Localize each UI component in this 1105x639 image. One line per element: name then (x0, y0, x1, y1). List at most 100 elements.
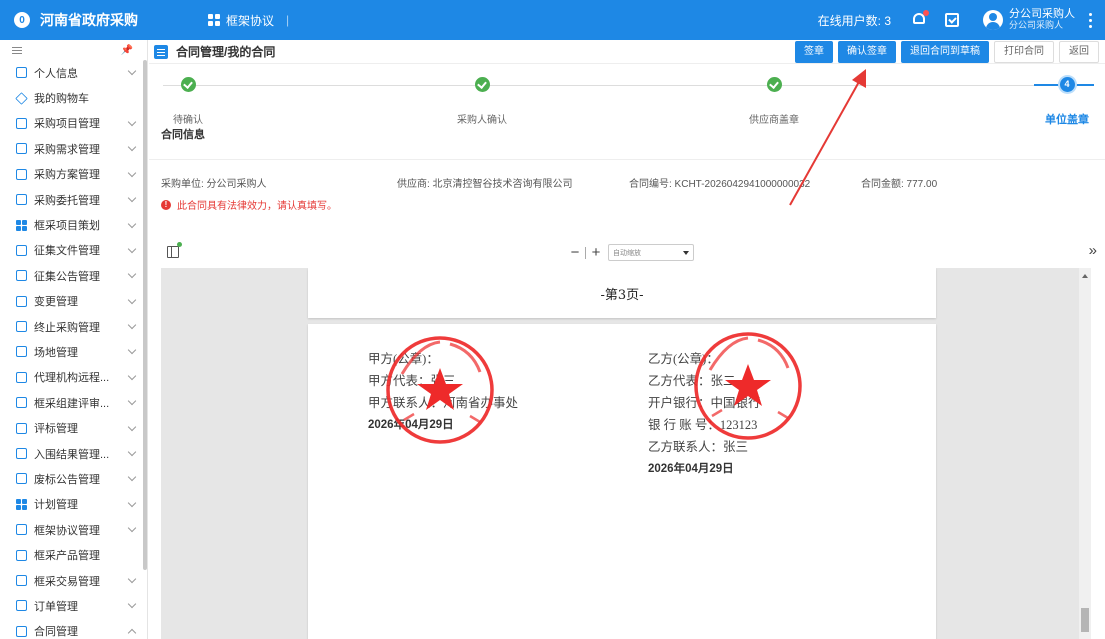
module-switcher[interactable]: 框架协议 | (208, 12, 289, 29)
chevron-down-icon (127, 219, 137, 228)
document-icon (16, 422, 27, 434)
step-label: 供应商盖章 (749, 115, 799, 126)
sidebar-item-label: 终止采购管理 (34, 321, 100, 334)
sidebar-item[interactable]: 征集公告管理 (0, 263, 147, 288)
sidebar-item[interactable]: 框采交易管理 (0, 568, 147, 593)
user-card-icon (16, 67, 27, 79)
step-unit-stamp: 4 单位盖章 (1017, 77, 1105, 127)
document-icon (154, 44, 168, 59)
sidebar-item-label: 计划管理 (34, 499, 78, 512)
sidebar-item-label: 订单管理 (34, 600, 78, 613)
sidebar-item-label: 场地管理 (34, 346, 78, 359)
party-a-date: 2026年04月29日 (368, 419, 454, 431)
check-icon (180, 77, 196, 92)
sidebar-toggle-icon[interactable] (167, 242, 182, 258)
main-content: 合同管理/我的合同 签章 确认签章 退回合同到草稿 打印合同 返回 待确认 采购… (149, 40, 1105, 639)
zoom-select[interactable]: 自动缩放 (608, 244, 694, 261)
sidebar-item[interactable]: 采购方案管理 (0, 162, 147, 187)
user-menu[interactable]: 分公司采购人 分公司采购人 (983, 9, 1075, 31)
document-icon (16, 625, 27, 637)
party-a-line: 甲方(公章)： (368, 352, 439, 366)
supplier-field: 供应商: 北京清控智谷技术咨询有限公司 (397, 179, 573, 190)
folder-icon (16, 117, 27, 129)
print-button[interactable]: 打印合同 (994, 40, 1054, 63)
sidebar-item[interactable]: 个人信息 (0, 60, 147, 85)
document-icon (16, 524, 27, 536)
contract-amount-field: 合同金额: 777.00 (861, 179, 938, 190)
sidebar-item[interactable]: 代理机构远程... (0, 365, 147, 390)
bell-icon[interactable] (911, 10, 929, 28)
step-supplier-stamp: 供应商盖章 (724, 77, 824, 126)
brand[interactable]: 0 河南省政府采购 (0, 10, 148, 30)
party-b-line: 开户银行：中国银行 (648, 396, 761, 410)
sidebar-item[interactable]: 我的购物车 (0, 85, 147, 110)
sidebar-item-label: 采购项目管理 (34, 118, 100, 131)
scroll-thumb[interactable] (1081, 608, 1089, 632)
user-name: 分公司采购人 (1009, 8, 1075, 20)
sidebar-item-label: 采购方案管理 (34, 169, 100, 182)
pdf-page-4: 甲方(公章)： 甲方代表：张三 甲方联系人：河南省办事处 2026年04月29日… (308, 324, 936, 639)
party-a-line: 甲方联系人：河南省办事处 (368, 396, 519, 410)
document-icon (16, 549, 27, 561)
sidebar-item[interactable]: 采购项目管理 (0, 111, 147, 136)
todo-icon[interactable] (945, 13, 959, 27)
chevron-down-icon (127, 320, 137, 330)
menu-toggle-icon[interactable] (12, 45, 22, 56)
confirm-sign-button[interactable]: 确认签章 (838, 40, 896, 63)
sidebar-item[interactable]: 评标管理 (0, 415, 147, 440)
sidebar-item-label: 框采组建评审... (34, 397, 110, 410)
sidebar-item[interactable]: 入围结果管理... (0, 441, 147, 466)
sidebar-item[interactable]: 征集文件管理 (0, 238, 147, 263)
step-pending-confirm: 待确认 (138, 77, 238, 126)
zoom-out-button[interactable]: − (569, 244, 581, 261)
sidebar-item-label: 废标公告管理 (34, 473, 100, 486)
chevron-down-icon (127, 66, 137, 76)
sidebar-item[interactable]: 计划管理 (0, 492, 147, 517)
sidebar-item-label: 个人信息 (34, 67, 78, 80)
avatar (983, 10, 1003, 30)
grid-icon (16, 219, 27, 231)
purchaser-field: 采购单位: 分公司采购人 (161, 179, 267, 190)
viewer-scrollbar[interactable] (1079, 268, 1091, 639)
page-header: 合同管理/我的合同 签章 确认签章 退回合同到草稿 打印合同 返回 (149, 40, 1105, 64)
more-vertical-icon[interactable] (1089, 12, 1093, 28)
zoom-in-button[interactable]: + (590, 244, 602, 261)
sidebar-item[interactable]: 变更管理 (0, 289, 147, 314)
step-track (163, 85, 1091, 86)
back-button[interactable]: 返回 (1059, 40, 1099, 63)
viewer-toolbar: − + 自动缩放 » (149, 240, 1105, 266)
caret-down-icon (683, 250, 689, 255)
sidebar-item[interactable]: 框采项目策划 (0, 212, 147, 237)
sidebar-item-label: 入围结果管理... (34, 448, 110, 461)
sidebar-item-label: 变更管理 (34, 296, 78, 309)
chevron-up-icon (127, 628, 137, 638)
sidebar-item[interactable]: 场地管理 (0, 339, 147, 364)
pin-icon[interactable]: 📌 (121, 45, 133, 56)
sidebar-item[interactable]: 废标公告管理 (0, 466, 147, 491)
pdf-page-3: -第3页- (308, 268, 936, 318)
sidebar-item[interactable]: 采购需求管理 (0, 136, 147, 161)
chevron-down-icon (127, 244, 137, 254)
sidebar-item-label: 合同管理 (34, 626, 78, 639)
expand-icon[interactable]: » (1089, 242, 1097, 259)
diamond-icon (15, 91, 28, 105)
return-draft-button[interactable]: 退回合同到草稿 (901, 40, 989, 63)
sign-button[interactable]: 签章 (795, 40, 833, 63)
party-b-block: 乙方(公章)： 乙方代表：张二 开户银行：中国银行 银 行 账 号：123123… (648, 348, 761, 480)
step-purchaser-confirm: 采购人确认 (432, 77, 532, 126)
sidebar-item[interactable]: 订单管理 (0, 593, 147, 618)
sidebar-item-label: 我的购物车 (34, 93, 89, 106)
sidebar-item[interactable]: 框架协议管理 (0, 517, 147, 542)
sidebar-item[interactable]: 采购委托管理 (0, 187, 147, 212)
sidebar-item[interactable]: 终止采购管理 (0, 314, 147, 339)
sidebar-item[interactable]: 框采产品管理 (0, 542, 147, 567)
sidebar-item[interactable]: 合同管理 (0, 619, 147, 639)
pdf-viewer[interactable]: -第3页- 甲方(公章)： 甲方代表：张三 甲方联系人：河南省办事处 2026年… (161, 268, 1091, 639)
scroll-up-icon[interactable] (1082, 274, 1088, 278)
app-title: 河南省政府采购 (40, 12, 138, 28)
document-icon (16, 321, 27, 333)
sidebar-item-label: 框采项目策划 (34, 220, 100, 233)
check-icon (474, 77, 490, 92)
sidebar-item[interactable]: 框采组建评审... (0, 390, 147, 415)
sidebar-scrollbar[interactable] (143, 60, 147, 570)
